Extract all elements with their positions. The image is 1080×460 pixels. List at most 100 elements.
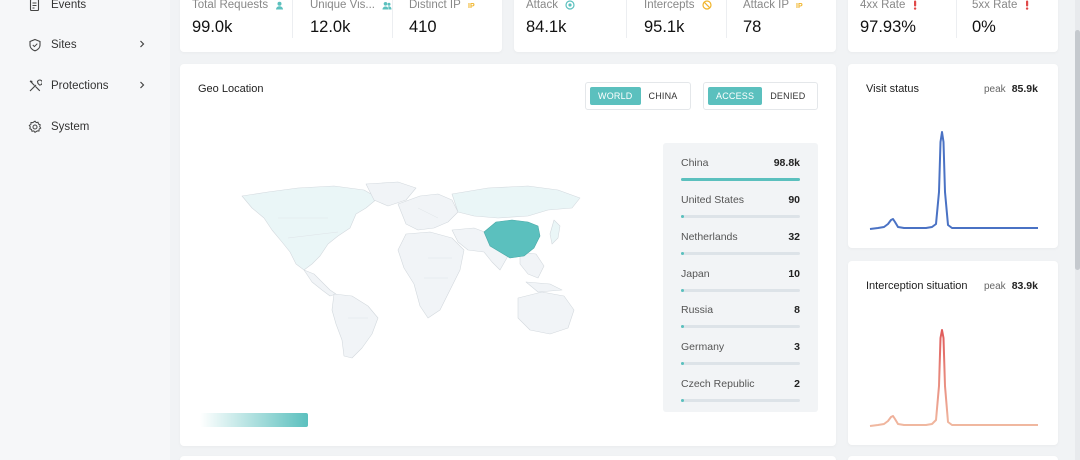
ranking-count: 32 — [788, 231, 800, 243]
stat-label: 5xx Rate — [972, 0, 1018, 11]
ranking-item-czech-republic: Czech Republic 2 — [681, 378, 800, 408]
geo-location-title: Geo Location — [198, 83, 264, 95]
stat-value: 78 — [743, 18, 762, 36]
interception-chart — [869, 329, 1038, 427]
map-japan — [549, 219, 561, 245]
shield-icon — [28, 38, 42, 52]
stat-attack: Attack 84.1k — [526, 0, 626, 50]
stats-card-traffic: Total Requests 99.0k Unique Vis... 12.0k… — [180, 0, 502, 52]
alert-icon — [1024, 0, 1030, 10]
map-central-america — [303, 269, 337, 297]
tools-icon — [28, 79, 42, 93]
ranking-count: 2 — [794, 378, 800, 390]
ranking-count: 3 — [794, 341, 800, 353]
visit-status-title: Visit status — [866, 83, 919, 95]
page-scrollbar[interactable] — [1075, 0, 1080, 460]
ranking-country: United States — [681, 194, 745, 206]
peak-value: 85.9k — [1011, 83, 1038, 95]
ranking-bar-track — [681, 362, 800, 365]
ranking-bar-track — [681, 178, 800, 181]
sidebar: Events Sites Protections System — [0, 0, 170, 460]
stats-card-errors: 4xx Rate 97.93% 5xx Rate 0% — [848, 0, 1058, 52]
peak-value: 83.9k — [1011, 280, 1038, 292]
map-indonesia — [525, 281, 563, 293]
ranking-country: China — [681, 157, 709, 169]
ranking-item-united-states: United States 90 — [681, 194, 800, 224]
world-map[interactable] — [238, 178, 586, 362]
ranking-count: 98.8k — [773, 157, 800, 169]
next-card-edge — [180, 456, 836, 460]
scope-china-button[interactable]: CHINA — [641, 87, 686, 105]
ranking-bar-fill — [681, 215, 684, 218]
stat-value: 410 — [409, 18, 437, 36]
mode-access-button[interactable]: ACCESS — [708, 87, 763, 105]
ranking-country: Netherlands — [681, 231, 738, 243]
stat-attack-ip: Attack IP IP 78 — [743, 0, 833, 50]
ranking-count: 10 — [788, 268, 800, 280]
ranking-country: Russia — [681, 304, 714, 316]
ranking-item-japan: Japan 10 — [681, 268, 800, 298]
chevron-right-icon — [136, 79, 148, 91]
scope-toggle: WORLD CHINA — [585, 82, 691, 110]
divider — [726, 0, 727, 38]
stat-total-requests: Total Requests 99.0k — [192, 0, 292, 50]
stats-card-security: Attack 84.1k Intercepts 95.1k Attack IP … — [514, 0, 836, 52]
ranking-item-netherlands: Netherlands 32 — [681, 231, 800, 261]
stat-unique-visitors: Unique Vis... 12.0k — [310, 0, 400, 50]
ranking-bar-fill — [681, 178, 800, 181]
interception-line — [869, 329, 1038, 427]
stat-value: 95.1k — [644, 18, 685, 36]
visit-status-peak: peak 85.9k — [984, 83, 1038, 95]
stat-value: 0% — [972, 18, 996, 36]
country-ranking-panel: China 98.8k United States 90 Netherlands… — [663, 143, 818, 412]
alert-icon — [912, 0, 918, 10]
mode-toggle: ACCESS DENIED — [703, 82, 819, 110]
stat-label: Attack IP — [743, 0, 790, 11]
stat-value: 99.0k — [192, 18, 233, 36]
mode-denied-button[interactable]: DENIED — [762, 87, 813, 105]
sidebar-item-protections[interactable]: Protections — [28, 76, 150, 96]
svg-text:IP: IP — [796, 3, 803, 9]
visit-status-chart — [869, 131, 1038, 230]
sidebar-item-label: Sites — [51, 39, 77, 51]
ranking-count: 90 — [788, 194, 800, 206]
ranking-bar-track — [681, 215, 800, 218]
divider — [292, 0, 293, 38]
ranking-item-germany: Germany 3 — [681, 341, 800, 371]
stat-label: Unique Vis... — [310, 0, 375, 11]
ranking-bar-fill — [681, 252, 684, 255]
stat-value: 84.1k — [526, 18, 567, 36]
stat-4xx-rate: 4xx Rate 97.93% — [860, 0, 960, 50]
stat-value: 97.93% — [860, 18, 916, 36]
scope-world-button[interactable]: WORLD — [590, 87, 641, 105]
ranking-country: Japan — [681, 268, 710, 280]
ranking-bar-track — [681, 325, 800, 328]
map-europe — [397, 193, 459, 231]
divider — [626, 0, 627, 38]
peak-label: peak — [984, 281, 1006, 292]
interception-title: Interception situation — [866, 280, 968, 292]
stat-label: Distinct IP — [409, 0, 461, 11]
interception-peak: peak 83.9k — [984, 280, 1038, 292]
visit-status-line — [869, 131, 1038, 230]
sidebar-item-label: System — [51, 121, 90, 133]
stat-value: 12.0k — [310, 18, 351, 36]
stat-label: 4xx Rate — [860, 0, 906, 11]
peak-label: peak — [984, 84, 1006, 95]
stat-label: Intercepts — [644, 0, 695, 11]
sidebar-item-label: Protections — [51, 80, 109, 92]
target-icon — [565, 0, 575, 10]
map-australia — [517, 291, 575, 335]
stat-distinct-ip: Distinct IP IP 410 — [409, 0, 499, 50]
next-card-edge — [848, 456, 1058, 460]
ranking-item-russia: Russia 8 — [681, 304, 800, 334]
map-africa — [397, 231, 465, 319]
stat-5xx-rate: 5xx Rate 0% — [972, 0, 1052, 50]
ban-icon — [701, 0, 712, 10]
ranking-bar-fill — [681, 325, 684, 328]
divider — [956, 0, 957, 38]
scrollbar-thumb[interactable] — [1075, 30, 1080, 270]
sidebar-item-system[interactable]: System — [28, 117, 150, 137]
sidebar-item-events[interactable]: Events — [28, 0, 150, 15]
sidebar-item-sites[interactable]: Sites — [28, 35, 150, 55]
